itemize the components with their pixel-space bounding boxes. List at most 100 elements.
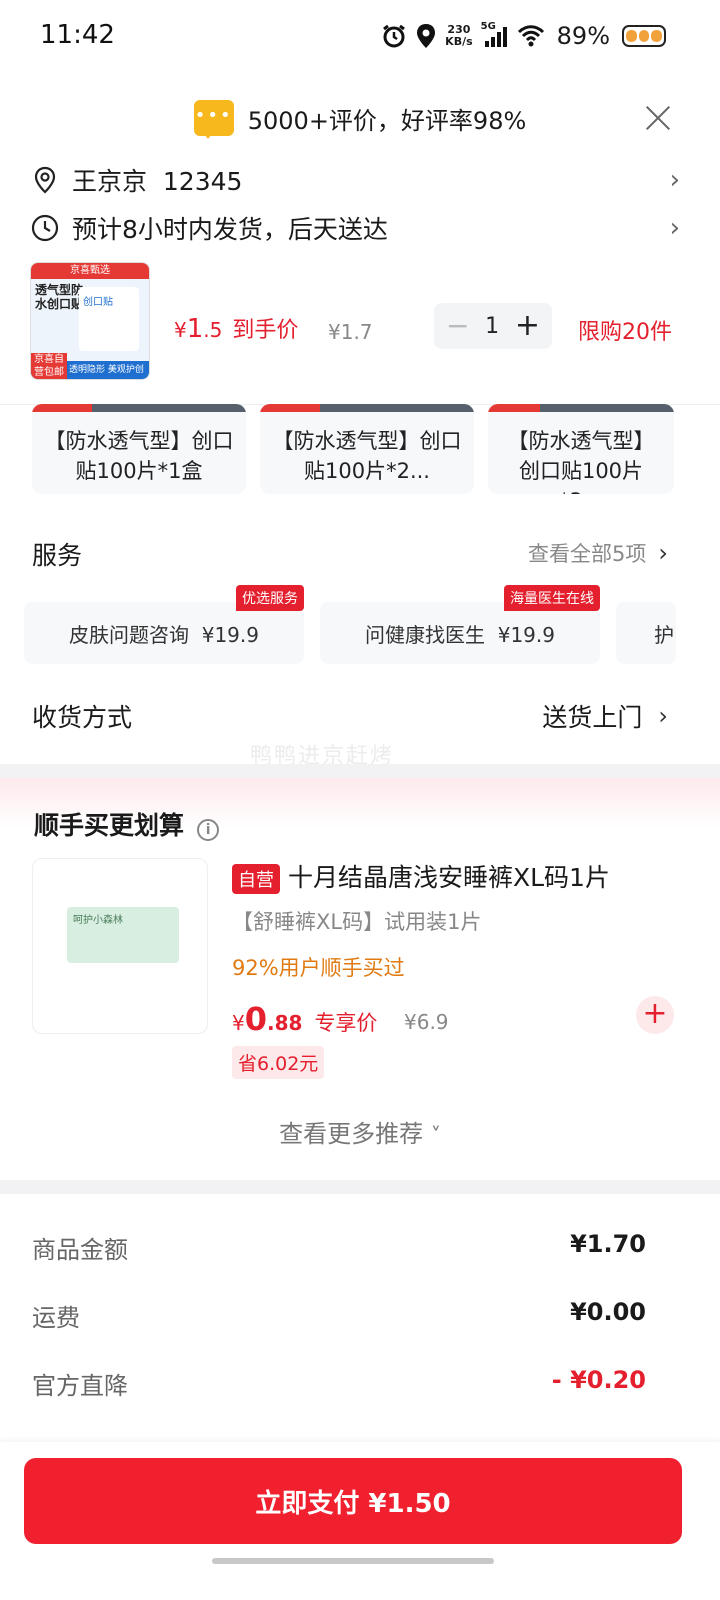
shipping-method[interactable]: 送货上门 ›	[542, 698, 668, 734]
location-icon	[417, 24, 436, 48]
recommend-title: 顺手买更划算	[34, 811, 185, 840]
sku-text: 【防水透气型】创口贴100片*3...	[507, 429, 655, 494]
summary-row: 运费 ¥0.00	[32, 1298, 646, 1333]
speed-unit: KB/s	[445, 35, 473, 48]
more-recommendations[interactable]: 查看更多推荐 ˅	[0, 1114, 720, 1149]
home-indicator[interactable]	[212, 1558, 494, 1564]
sku-text: 【防水透气型】创口贴100片*1盒	[44, 429, 234, 483]
purchase-limit: 限购20件	[578, 320, 672, 345]
summary-value: - ¥0.20	[551, 1366, 646, 1394]
summary-label: 官方直降	[32, 1372, 128, 1400]
original-price: ¥1.7	[328, 320, 373, 344]
recommend-price: ¥ 0 .88 专享价	[232, 1000, 377, 1038]
sku-option-3[interactable]: 【防水透气型】创口贴100片*3...	[488, 404, 674, 494]
address-text: 王京京 12345	[72, 167, 243, 196]
recommend-orig-price: ¥6.9	[404, 1010, 449, 1034]
section-gap	[0, 1180, 720, 1194]
price-label: 到手价	[232, 318, 299, 343]
clock: 11:42	[40, 20, 115, 50]
review-summary: 5000+评价，好评率98%	[247, 106, 527, 135]
service-label: 护	[654, 622, 674, 647]
sku-option-1[interactable]: 【防水透气型】创口贴100片*1盒	[32, 404, 246, 494]
info-icon[interactable]: i	[197, 818, 220, 841]
shipping-title: 收货方式	[32, 703, 133, 732]
review-banner: ••• 5000+评价，好评率98%	[0, 90, 720, 146]
chevron-right-icon: ›	[658, 539, 668, 567]
close-icon[interactable]	[644, 104, 672, 132]
section-gap	[0, 764, 720, 778]
battery-percent: 89%	[556, 22, 610, 50]
savings-badge: 省6.02元	[232, 1046, 325, 1079]
product-price: ¥ 1 .5 到手价	[174, 312, 298, 344]
chevron-right-icon: ›	[669, 165, 680, 195]
summary-label: 运费	[32, 1304, 80, 1332]
service-badge: 优选服务	[236, 585, 304, 611]
recommend-product-subtitle: 【舒睡裤XL码】试用装1片	[232, 910, 482, 934]
price-int: 1	[186, 314, 204, 344]
sku-label: 【防水透气型】创口贴100片*1盒	[32, 412, 246, 486]
alarm-icon	[383, 24, 406, 48]
view-all-text: 查看全部5项	[528, 542, 647, 566]
summary-row: 商品金额 ¥1.70	[32, 1230, 646, 1265]
service-view-all[interactable]: 查看全部5项 ›	[528, 538, 668, 568]
service-card-3[interactable]: 护	[616, 602, 676, 664]
pay-button-label: 立即支付 ¥1.50	[255, 1488, 451, 1519]
delivery-text: 预计8小时内发货，后天送达	[72, 215, 388, 244]
network-type: 5G	[480, 21, 496, 32]
chevron-right-icon: ›	[658, 702, 668, 730]
recommend-product-image[interactable]: 呵护小森林	[32, 858, 208, 1034]
network-speed: 230 KB/s	[445, 24, 472, 48]
price-symbol: ¥	[174, 318, 187, 342]
service-card-1[interactable]: 皮肤问题咨询 ¥19.9 优选服务	[24, 585, 304, 664]
more-text: 查看更多推荐	[279, 1120, 424, 1148]
minus-button[interactable]: −	[446, 312, 469, 340]
clock-icon	[31, 214, 59, 242]
message-icon: •••	[193, 100, 234, 139]
sku-label: 【防水透气型】创口贴100片*2...	[260, 412, 474, 486]
plus-button[interactable]: +	[515, 311, 540, 341]
thumb-box: 创口贴	[79, 287, 139, 351]
service-label: 皮肤问题咨询 ¥19.9	[69, 622, 259, 647]
chevron-down-icon: ˅	[430, 1123, 441, 1147]
sku-text: 【防水透气型】创口贴100片*2...	[272, 429, 462, 483]
sku-option-2[interactable]: 【防水透气型】创口贴100片*2...	[260, 404, 474, 494]
status-bar: 11:42 230 KB/s 5G 89%	[0, 0, 720, 76]
address-row[interactable]: 王京京 12345 ›	[30, 158, 680, 202]
bottom-bar: 立即支付 ¥1.50	[0, 1442, 720, 1600]
service-label: 问健康找医生 ¥19.9	[365, 622, 555, 647]
summary-row: 官方直降 - ¥0.20	[32, 1366, 646, 1401]
product-thumbnail[interactable]: 京喜甄选 透气型防水创口贴 创口贴 透明隐形 美观护创 京喜自营包邮	[30, 262, 150, 380]
wifi-icon	[517, 25, 544, 47]
summary-label: 商品金额	[32, 1236, 128, 1264]
price-symbol: ¥	[232, 1011, 245, 1035]
price-int: 0	[244, 1000, 267, 1038]
price-dec: .88	[267, 1011, 303, 1035]
service-card-2[interactable]: 问健康找医生 ¥19.9 海量医生在线	[320, 585, 600, 664]
summary-value: ¥1.70	[570, 1230, 646, 1258]
thumb-ribbon: 京喜自营包邮	[31, 353, 67, 379]
price-label: 专享价	[314, 1011, 378, 1035]
recommend-product-title[interactable]: 自营 十月结晶唐浅安睡裤XL码1片	[232, 858, 610, 894]
shipping-value: 送货上门	[542, 703, 643, 732]
location-pin-icon	[34, 166, 56, 194]
quantity-value[interactable]: 1	[485, 314, 499, 339]
self-operated-badge: 自营	[232, 864, 280, 894]
service-badge: 海量医生在线	[504, 585, 600, 611]
thumb-title: 透气型防水创口贴	[35, 283, 84, 311]
thumb-brand: 京喜甄选	[31, 263, 149, 279]
recommend-bought-rate: 92%用户顺手买过	[232, 956, 405, 980]
chevron-right-icon: ›	[669, 213, 680, 243]
delivery-row[interactable]: 预计8小时内发货，后天送达 ›	[30, 206, 680, 250]
sku-label: 【防水透气型】创口贴100片*3...	[488, 412, 674, 494]
summary-value: ¥0.00	[570, 1298, 646, 1326]
quantity-stepper: − 1 +	[434, 303, 552, 349]
recommend-title-text: 十月结晶唐浅安睡裤XL码1片	[288, 863, 610, 892]
product-pack: 呵护小森林	[67, 907, 179, 963]
recommend-header: 顺手买更划算 i	[34, 806, 220, 842]
battery-icon	[622, 25, 666, 47]
status-icons: 230 KB/s 5G 89%	[381, 21, 666, 50]
service-title: 服务	[32, 541, 83, 570]
pay-now-button[interactable]: 立即支付 ¥1.50	[24, 1458, 682, 1544]
price-dec: .5	[203, 318, 223, 342]
add-to-cart-button[interactable]: +	[636, 996, 674, 1034]
